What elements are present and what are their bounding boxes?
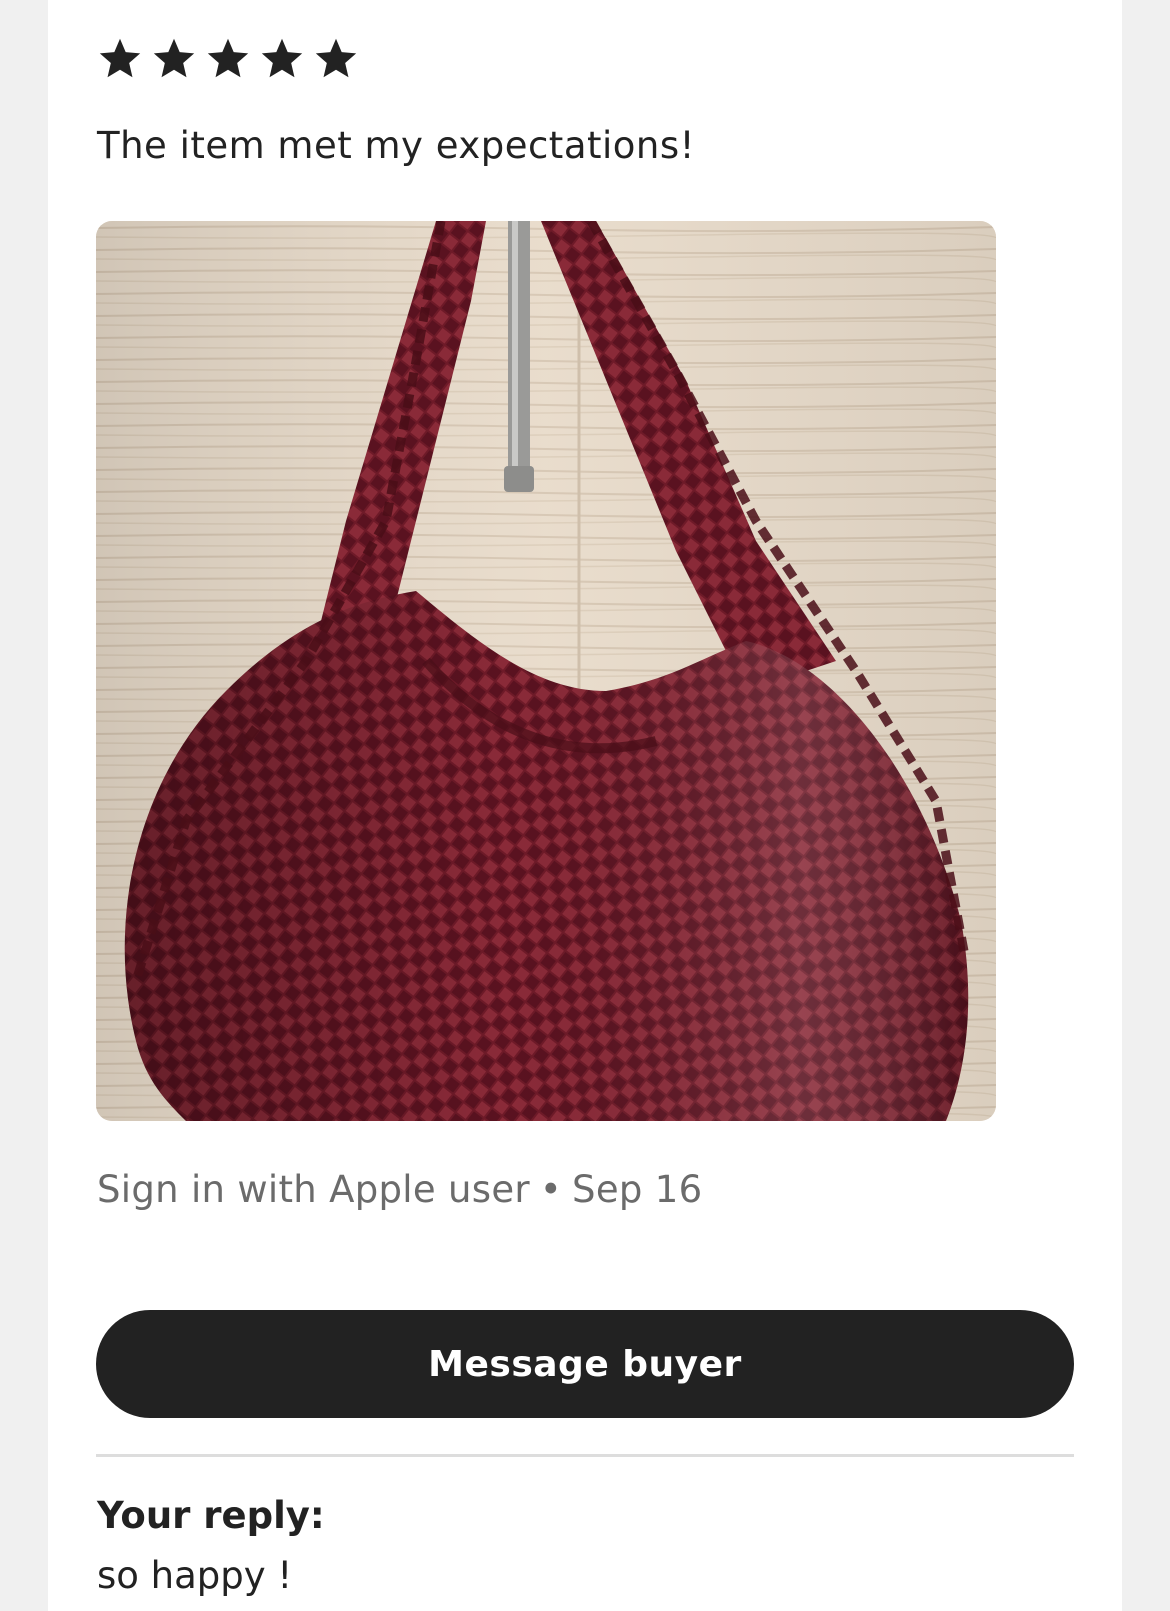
star-icon <box>315 38 357 78</box>
reply-text: so happy ! <box>97 1554 293 1597</box>
review-date: Sep 16 <box>572 1168 703 1211</box>
star-icon <box>261 38 303 78</box>
meta-separator: • <box>539 1168 563 1211</box>
divider <box>96 1454 1074 1457</box>
star-icon <box>99 38 141 78</box>
star-icon <box>153 38 195 78</box>
message-buyer-button[interactable]: Message buyer <box>96 1310 1074 1418</box>
review-card: The item met my expectations! Sign in wi… <box>48 0 1122 1611</box>
reply-label: Your reply: <box>97 1494 325 1537</box>
reviewer-name: Sign in with Apple user <box>97 1168 530 1211</box>
review-meta: Sign in with Apple user • Sep 16 <box>97 1168 702 1211</box>
star-icon <box>207 38 249 78</box>
handbag-photo-icon <box>96 221 996 1121</box>
star-rating <box>98 36 358 80</box>
review-text: The item met my expectations! <box>97 124 695 167</box>
review-photo[interactable] <box>96 221 996 1121</box>
